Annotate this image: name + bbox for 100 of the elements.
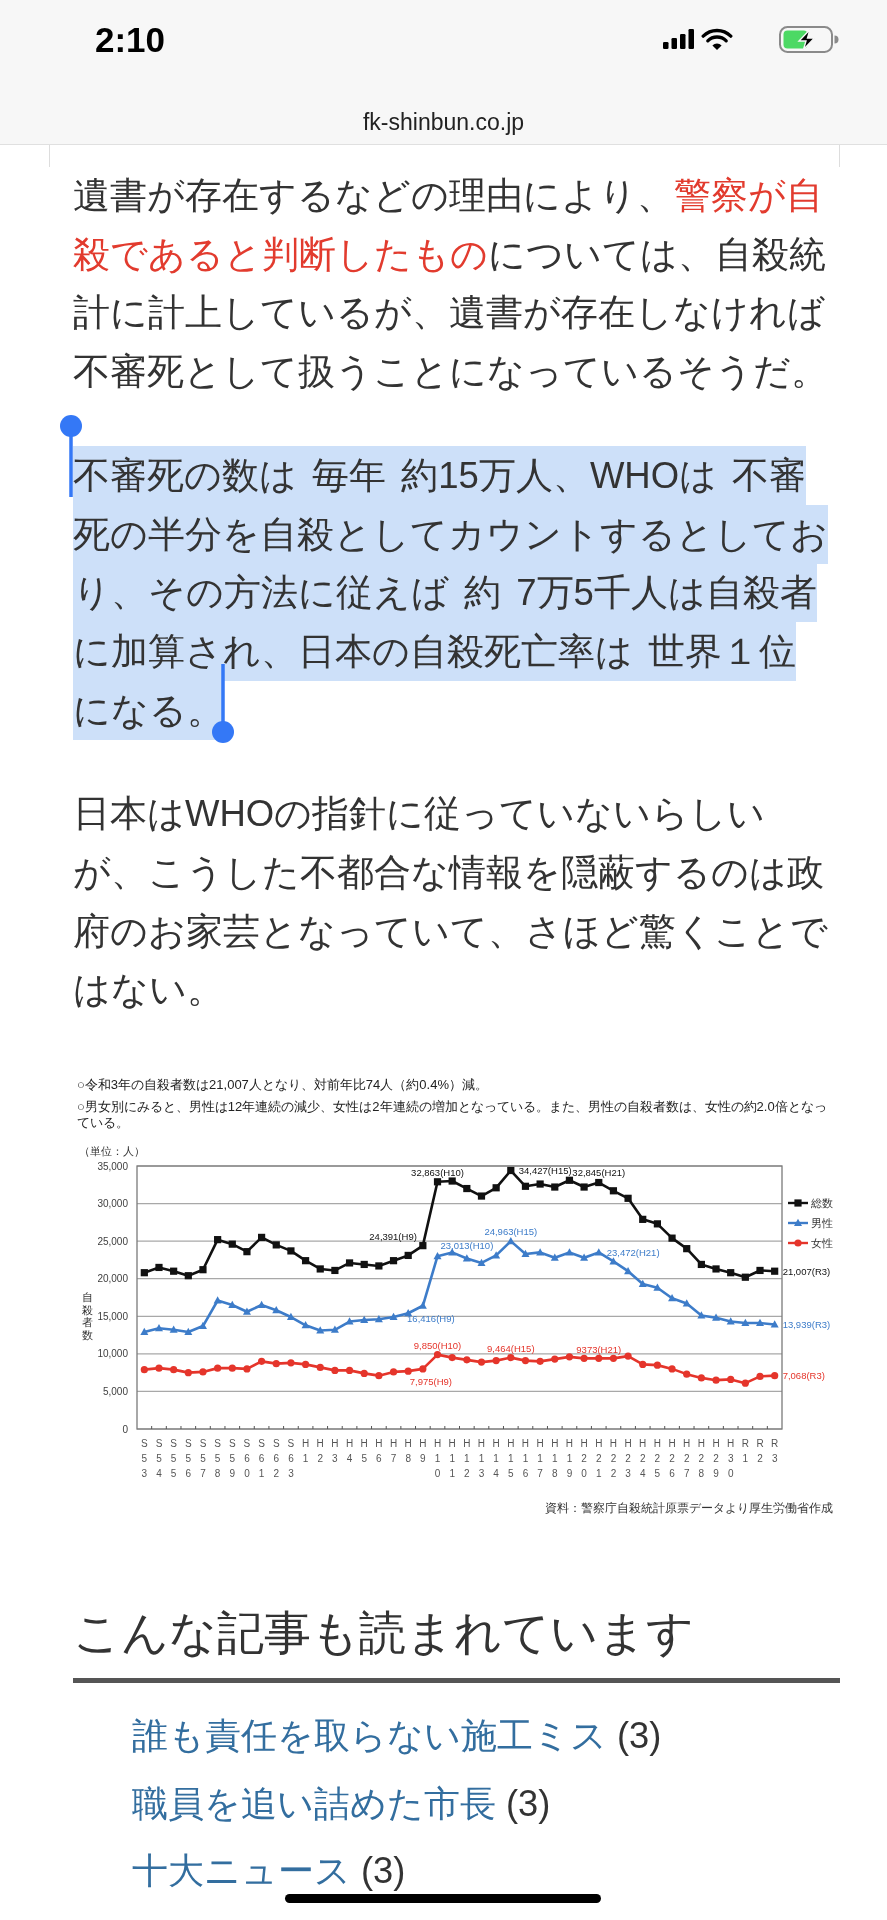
x-tick-label: H22	[609, 1438, 618, 1480]
point	[140, 1366, 148, 1374]
x-tick-label: H20	[580, 1438, 588, 1480]
x-tick-label: H12	[463, 1438, 471, 1480]
point	[243, 1248, 251, 1256]
unit-label: （単位：人）	[79, 1145, 145, 1158]
point	[140, 1269, 148, 1277]
related-article-link[interactable]: 十大ニュース	[132, 1850, 351, 1892]
point	[712, 1313, 721, 1321]
point	[462, 1254, 471, 1262]
point	[389, 1312, 398, 1321]
point	[477, 1192, 486, 1200]
point	[624, 1267, 633, 1275]
point	[301, 1360, 310, 1369]
point	[374, 1315, 383, 1323]
x-tick-label: H13	[477, 1438, 486, 1480]
article-paragraph: 日本はWHOの指針に従っていないらしいが、こうした不都合な情報を隠蔽するのは政府のお家芸となっていて、さほど驚くことではない。	[73, 792, 829, 1013]
point	[697, 1260, 705, 1269]
y-tick-label: 35,000	[97, 1160, 128, 1172]
x-tick-label: H30	[727, 1438, 735, 1480]
point	[536, 1180, 544, 1188]
point	[565, 1176, 574, 1185]
point	[154, 1324, 163, 1332]
x-tick-label: S56	[184, 1438, 192, 1480]
x-tick-label: H19	[565, 1438, 574, 1480]
address-bar-url[interactable]: fk-shinbun.co.jp	[362, 110, 525, 134]
point	[287, 1359, 295, 1367]
data-label: 7,975(H9)	[409, 1376, 452, 1388]
point	[712, 1265, 720, 1273]
x-tick-label: R3	[771, 1438, 779, 1465]
point	[697, 1311, 706, 1319]
related-article-link[interactable]: 職員を追い詰めた市長	[132, 1782, 496, 1824]
x-tick-label: H9	[419, 1438, 427, 1465]
point	[521, 1182, 530, 1191]
point	[756, 1372, 764, 1381]
point	[199, 1368, 207, 1376]
x-tick-label: S53	[141, 1438, 148, 1480]
point	[741, 1273, 749, 1281]
point	[418, 1301, 427, 1309]
point	[580, 1183, 588, 1191]
data-label: 16,416(H9)	[407, 1312, 455, 1324]
point	[712, 1376, 720, 1384]
x-tick-label: H16	[521, 1438, 530, 1480]
point	[463, 1356, 471, 1364]
point	[257, 1300, 266, 1309]
x-tick-label: H27	[683, 1438, 691, 1480]
point	[639, 1215, 647, 1224]
point	[536, 1248, 545, 1256]
point	[624, 1194, 632, 1203]
point	[242, 1307, 251, 1315]
x-tick-label: H25	[653, 1438, 661, 1480]
point	[565, 1248, 574, 1256]
point	[331, 1366, 339, 1375]
point	[682, 1299, 691, 1307]
point	[169, 1325, 178, 1333]
data-label: 23,013(H10)	[440, 1240, 494, 1252]
y-tick-label: 5,000	[102, 1386, 128, 1398]
point	[741, 1318, 750, 1327]
point	[214, 1364, 222, 1372]
data-label: 9373(H21)	[576, 1343, 622, 1355]
related-article-link[interactable]: 誰も責任を取らない施工ミス	[132, 1715, 607, 1757]
x-tick-label: H8	[404, 1438, 412, 1465]
y-tick-label: 0	[122, 1423, 128, 1435]
y-axis-title: 自殺者数	[81, 1291, 93, 1341]
point	[433, 1178, 442, 1186]
legend-label: 総数	[811, 1197, 833, 1210]
y-tick-label: 20,000	[97, 1273, 128, 1285]
x-tick-label: S54	[155, 1438, 163, 1480]
point	[668, 1234, 676, 1242]
data-label: 7,068(R3)	[782, 1370, 825, 1382]
point	[316, 1363, 324, 1372]
point	[389, 1257, 398, 1265]
point	[771, 1372, 779, 1380]
point	[272, 1360, 280, 1368]
point	[624, 1352, 632, 1360]
point	[492, 1251, 501, 1259]
point	[140, 1328, 149, 1336]
point	[683, 1370, 691, 1378]
point	[330, 1325, 339, 1333]
point	[551, 1183, 559, 1191]
y-tick-label: 25,000	[97, 1235, 128, 1247]
data-label: 9,850(H10)	[413, 1340, 462, 1352]
point	[184, 1272, 192, 1280]
x-tick-label: H26	[668, 1438, 676, 1480]
data-label: 34,427(H15)	[518, 1164, 572, 1176]
x-tick-label: H5	[360, 1438, 368, 1465]
point	[170, 1267, 178, 1275]
point	[595, 1179, 603, 1187]
point	[653, 1220, 661, 1228]
point	[668, 1365, 676, 1373]
x-tick-label: S60	[243, 1438, 251, 1480]
section-heading: こんな記事も読まれています	[73, 1605, 694, 1662]
count-text: (3)	[361, 1850, 406, 1892]
clock-time: 2:10	[95, 21, 166, 57]
x-tick-label: H23	[624, 1438, 632, 1480]
point	[419, 1242, 427, 1250]
x-tick-label: S63	[287, 1438, 295, 1480]
point	[551, 1355, 559, 1363]
x-tick-label: S57	[199, 1438, 207, 1480]
point	[683, 1245, 691, 1253]
